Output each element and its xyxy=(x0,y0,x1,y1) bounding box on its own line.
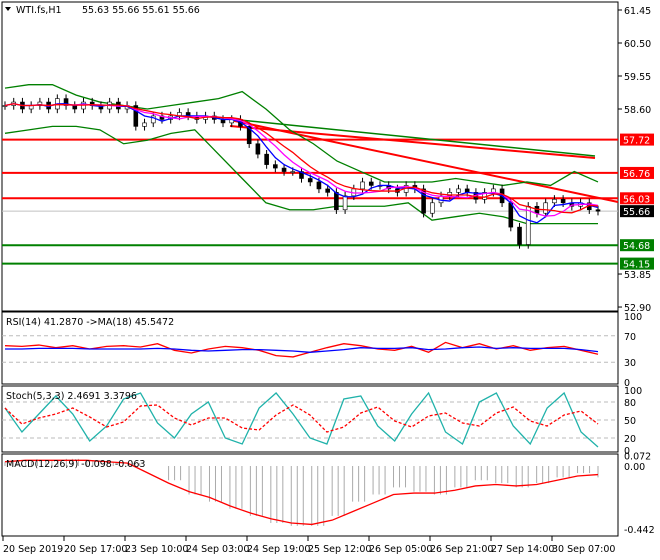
stoch-axis-label: 100 xyxy=(624,386,642,397)
trendline-green xyxy=(229,118,596,157)
candle-body xyxy=(264,153,269,165)
candle-body xyxy=(456,188,461,193)
time-axis-label: 27 Sep 14:00 xyxy=(491,544,554,555)
price-axis-label: 53.85 xyxy=(624,270,651,281)
candle-body xyxy=(560,199,566,204)
candle-body xyxy=(307,178,313,183)
candle-body xyxy=(508,202,514,228)
candle-body xyxy=(281,167,287,172)
symbol-label: WTI.fs,H1 xyxy=(16,5,62,16)
macd-axis-label: 0.00 xyxy=(624,462,645,473)
time-axis-label: 26 Sep 21:00 xyxy=(430,544,493,555)
price-axis-label: 61.45 xyxy=(624,6,651,17)
ma-slow xyxy=(4,103,599,214)
time-axis-label: 24 Sep 19:00 xyxy=(247,544,310,555)
level-label: 57.72 xyxy=(623,136,650,147)
time-axis-label: 20 Sep 2019 xyxy=(3,544,63,555)
level-label: 56.76 xyxy=(623,169,650,180)
candle-body xyxy=(316,181,322,190)
main-panel-frame xyxy=(1,1,619,312)
candle-body xyxy=(552,199,557,204)
candle-body xyxy=(595,209,601,212)
candle-body xyxy=(142,122,147,127)
chart-canvas[interactable]: 61.4560.5059.5558.6053.8552.9057.7256.76… xyxy=(0,0,660,560)
trendline-red xyxy=(229,125,596,159)
price-axis-label: 59.55 xyxy=(624,72,651,83)
collapse-triangle-icon[interactable] xyxy=(5,7,11,11)
time-axis-label: 23 Sep 10:00 xyxy=(125,544,188,555)
stoch-label: Stoch(5,3,3) 2.4691 3.3796 xyxy=(6,391,137,402)
price-axis-label: 60.50 xyxy=(624,39,651,50)
rsi-plot xyxy=(2,335,618,363)
candle-body xyxy=(334,192,339,211)
rsi-axis-label: 100 xyxy=(624,312,642,323)
stoch-axis-label: 50 xyxy=(624,416,636,427)
candle-body xyxy=(325,188,330,193)
candle-body xyxy=(368,181,374,186)
ohlc-values: 55.63 55.66 55.61 55.66 xyxy=(82,5,200,16)
level-label: 54.15 xyxy=(623,260,650,271)
rsi-line xyxy=(4,341,599,358)
candle-body xyxy=(430,202,435,214)
candle-body xyxy=(290,171,296,173)
stoch-axis-label: 20 xyxy=(624,434,636,445)
macd-label: MACD(12,26,9) -0.098 -0.063 xyxy=(6,459,145,470)
rsi-label: RSI(14) 41.2870 ->MA(18) 45.5472 xyxy=(6,317,174,328)
stoch-axis-label: 80 xyxy=(624,398,636,409)
macd-axis-label: -0.442 xyxy=(624,525,655,536)
time-axis-label: 25 Sep 12:00 xyxy=(308,544,371,555)
time-axis-label: 20 Sep 17:00 xyxy=(64,544,127,555)
price-axis-label: 58.60 xyxy=(624,105,651,116)
level-label: 54.68 xyxy=(623,241,650,252)
candle-body xyxy=(360,181,365,190)
time-axis-label: 30 Sep 07:00 xyxy=(552,544,615,555)
candle-body xyxy=(255,143,261,155)
candle-body xyxy=(517,226,522,245)
current-price-label: 55.66 xyxy=(623,207,650,218)
rsi-axis-label: 30 xyxy=(624,358,636,369)
time-axis-label: 24 Sep 03:00 xyxy=(186,544,249,555)
candle-body xyxy=(273,164,278,169)
price-plot xyxy=(2,84,619,265)
trading-chart-window: 61.45 60.50 59.55 58.60 53.85 52.90 57.72 56.76… xyxy=(0,0,660,560)
candle-body xyxy=(525,205,531,245)
candle-body xyxy=(543,202,548,214)
rsi-axis-label: 70 xyxy=(624,332,636,343)
level-label: 56.03 xyxy=(623,194,650,205)
time-axis-label: 26 Sep 05:00 xyxy=(369,544,432,555)
candle-body xyxy=(342,195,348,211)
